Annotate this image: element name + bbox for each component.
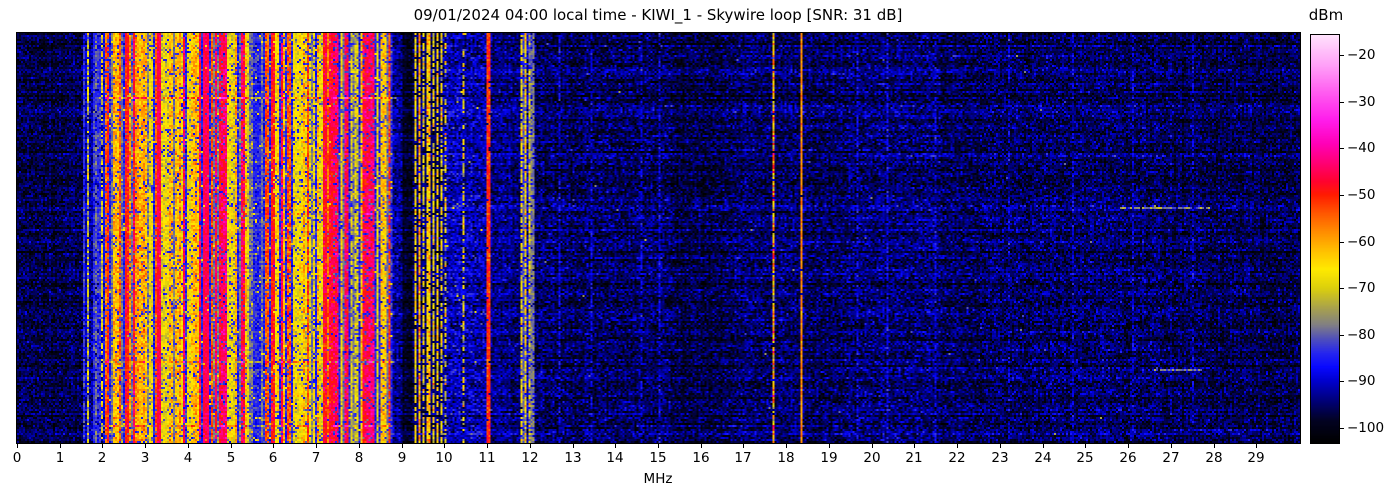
x-tick-mark: [1043, 444, 1044, 448]
x-tick-label: 19: [820, 450, 838, 466]
x-tick-label: 16: [692, 450, 710, 466]
x-tick-mark: [743, 444, 744, 448]
x-tick-mark: [615, 444, 616, 448]
x-tick-label: 5: [226, 450, 236, 466]
x-tick-label: 6: [268, 450, 278, 466]
x-tick-label: 14: [606, 450, 624, 466]
x-tick-label: 25: [1076, 450, 1094, 466]
x-tick-label: 10: [435, 450, 453, 466]
x-tick-mark: [102, 444, 103, 448]
colorbar-tick-label: −50: [1347, 187, 1376, 203]
x-tick-mark: [145, 444, 146, 448]
colorbar-tick-mark: [1340, 148, 1344, 149]
x-tick-label: 15: [649, 450, 667, 466]
x-tick-mark: [1128, 444, 1129, 448]
x-tick-mark: [872, 444, 873, 448]
x-tick-label: 21: [905, 450, 923, 466]
colorbar-tick-label: −90: [1347, 373, 1376, 389]
x-tick-label: 28: [1205, 450, 1223, 466]
x-tick-label: 7: [311, 450, 321, 466]
x-tick-mark: [188, 444, 189, 448]
spectrogram-figure: 09/01/2024 04:00 local time - KIWI_1 - S…: [0, 0, 1400, 500]
x-tick-label: 1: [55, 450, 65, 466]
x-tick-mark: [1214, 444, 1215, 448]
colorbar-gradient: [1311, 35, 1339, 443]
x-tick-label: 20: [863, 450, 881, 466]
x-tick-mark: [573, 444, 574, 448]
x-tick-label: 24: [1034, 450, 1052, 466]
plot-area: [16, 32, 1301, 444]
colorbar-tick-mark: [1340, 195, 1344, 196]
colorbar-tick-label: −80: [1347, 327, 1376, 343]
x-tick-mark: [786, 444, 787, 448]
x-tick-mark: [402, 444, 403, 448]
x-tick-label: 9: [397, 450, 407, 466]
colorbar-tick-label: −100: [1347, 420, 1385, 436]
colorbar-tick-label: −30: [1347, 94, 1376, 110]
x-tick-label: 2: [97, 450, 107, 466]
x-tick-mark: [1085, 444, 1086, 448]
x-tick-label: 12: [521, 450, 539, 466]
x-tick-mark: [701, 444, 702, 448]
x-tick-mark: [60, 444, 61, 448]
x-tick-mark: [530, 444, 531, 448]
x-tick-mark: [487, 444, 488, 448]
x-tick-label: 29: [1247, 450, 1265, 466]
colorbar-tick-mark: [1340, 55, 1344, 56]
colorbar-tick-mark: [1340, 428, 1344, 429]
x-tick-label: 22: [948, 450, 966, 466]
x-tick-mark: [957, 444, 958, 448]
x-tick-label: 27: [1162, 450, 1180, 466]
colorbar-tick-mark: [1340, 242, 1344, 243]
x-tick-label: 11: [478, 450, 496, 466]
colorbar-tick-label: −40: [1347, 140, 1376, 156]
spectrogram-heatmap: [17, 33, 1300, 443]
x-tick-mark: [359, 444, 360, 448]
x-tick-label: 0: [12, 450, 22, 466]
x-tick-mark: [273, 444, 274, 448]
colorbar-tick-mark: [1340, 288, 1344, 289]
x-tick-mark: [914, 444, 915, 448]
x-tick-mark: [17, 444, 18, 448]
colorbar-tick-mark: [1340, 335, 1344, 336]
x-tick-label: 13: [564, 450, 582, 466]
x-tick-mark: [1256, 444, 1257, 448]
colorbar: [1310, 34, 1340, 444]
x-tick-mark: [829, 444, 830, 448]
colorbar-title: dBm: [1308, 6, 1344, 24]
colorbar-tick-label: −60: [1347, 234, 1376, 250]
x-tick-label: 23: [991, 450, 1009, 466]
x-tick-label: 17: [734, 450, 752, 466]
x-tick-mark: [1171, 444, 1172, 448]
x-tick-label: 26: [1119, 450, 1137, 466]
x-tick-label: 4: [183, 450, 193, 466]
x-tick-mark: [316, 444, 317, 448]
x-tick-mark: [658, 444, 659, 448]
chart-title: 09/01/2024 04:00 local time - KIWI_1 - S…: [413, 6, 903, 24]
x-tick-mark: [444, 444, 445, 448]
colorbar-tick-label: −70: [1347, 280, 1376, 296]
colorbar-tick-mark: [1340, 102, 1344, 103]
x-tick-mark: [231, 444, 232, 448]
x-axis-label: MHz: [643, 471, 673, 487]
x-tick-mark: [1000, 444, 1001, 448]
x-tick-label: 3: [140, 450, 150, 466]
colorbar-tick-mark: [1340, 381, 1344, 382]
x-tick-label: 8: [354, 450, 364, 466]
colorbar-tick-label: −20: [1347, 47, 1376, 63]
x-tick-label: 18: [777, 450, 795, 466]
